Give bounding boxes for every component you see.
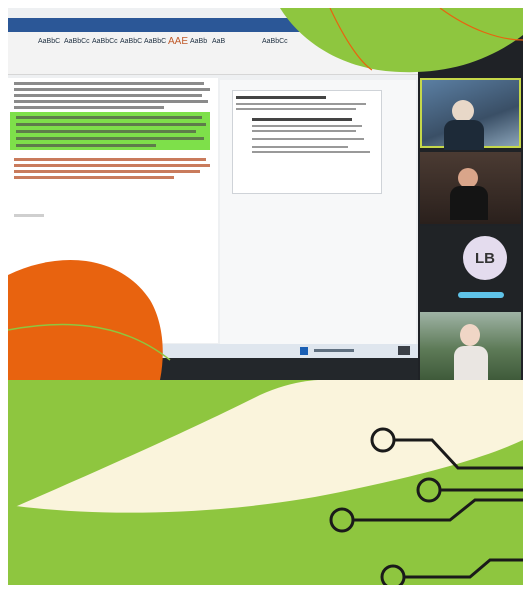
green-left-shape	[8, 380, 318, 510]
decorative-overlay	[7, 7, 524, 590]
green-top-shape	[280, 8, 523, 73]
